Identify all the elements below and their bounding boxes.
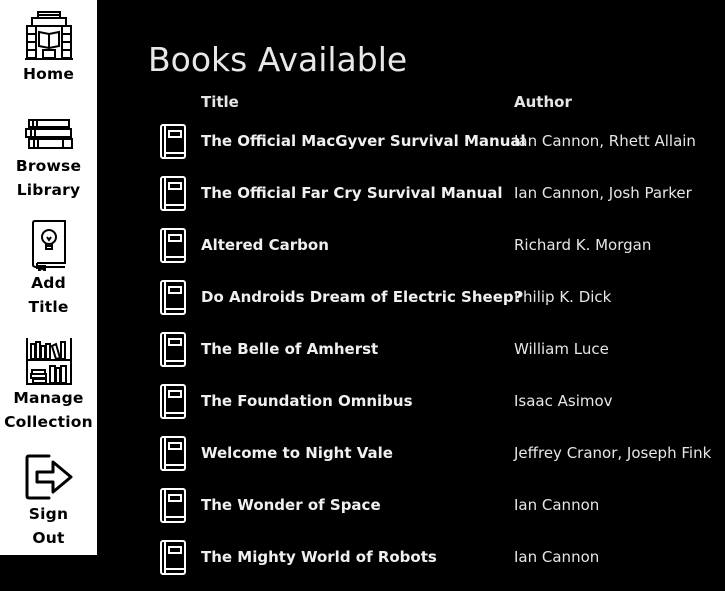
book-title[interactable]: The Belle of Amherst xyxy=(201,340,378,358)
book-author: Isaac Asimov xyxy=(514,392,613,410)
nav-home[interactable]: Home xyxy=(0,10,97,86)
book-icon xyxy=(160,384,186,419)
nav-manage-collection[interactable]: Manage Collection xyxy=(0,336,97,434)
library-building-icon xyxy=(24,11,73,60)
nav-browse-library[interactable]: Browse Library xyxy=(0,116,97,202)
book-author: Jeffrey Cranor, Joseph Fink xyxy=(514,444,712,462)
book-row[interactable]: Altered Carbon Richard K. Morgan xyxy=(97,227,725,279)
nav-browse-label-1: Browse xyxy=(15,157,82,175)
book-row[interactable]: The Official Far Cry Survival Manual Ian… xyxy=(97,175,725,227)
book-title[interactable]: Do Androids Dream of Electric Sheep? xyxy=(201,288,522,306)
book-author: William Luce xyxy=(514,340,609,358)
book-icon xyxy=(160,540,186,575)
book-row[interactable]: The Wonder of Space Ian Cannon xyxy=(97,487,725,539)
nav-manage-label-1: Manage xyxy=(13,389,84,407)
book-title[interactable]: The Official MacGyver Survival Manual xyxy=(201,132,526,150)
nav-add-label-1: Add xyxy=(31,274,66,292)
nav-signout-label-2: Out xyxy=(32,529,65,547)
sidebar: Home Browse Library Add Title Manage Col… xyxy=(0,0,97,555)
main-content: Books Available Title Author The Officia… xyxy=(97,0,725,575)
book-title[interactable]: The Mighty World of Robots xyxy=(201,548,437,566)
book-icon xyxy=(160,176,186,211)
bookshelf-icon xyxy=(25,338,72,385)
book-icon xyxy=(160,488,186,523)
book-row[interactable]: The Foundation Omnibus Isaac Asimov xyxy=(97,383,725,435)
book-row[interactable]: The Official MacGyver Survival Manual Ia… xyxy=(97,123,725,175)
nav-sign-out[interactable]: Sign Out xyxy=(0,452,97,550)
book-author: Ian Cannon xyxy=(514,496,600,514)
book-row[interactable]: The Mighty World of Robots Ian Cannon xyxy=(97,539,725,591)
book-row[interactable]: Welcome to Night Vale Jeffrey Cranor, Jo… xyxy=(97,435,725,487)
book-title[interactable]: Altered Carbon xyxy=(201,236,329,254)
book-icon xyxy=(160,436,186,471)
column-header-author: Author xyxy=(514,93,572,111)
book-author: Philip K. Dick xyxy=(514,288,612,306)
book-icon xyxy=(160,280,186,315)
book-author: Ian Cannon, Rhett Allain xyxy=(514,132,696,150)
book-row[interactable]: The Belle of Amherst William Luce xyxy=(97,331,725,383)
nav-add-title[interactable]: Add Title xyxy=(0,219,97,319)
nav-signout-label-1: Sign xyxy=(28,505,69,523)
book-icon xyxy=(160,124,186,159)
sign-out-arrow-icon xyxy=(25,454,72,500)
page-title: Books Available xyxy=(148,40,408,79)
book-author: Richard K. Morgan xyxy=(514,236,652,254)
book-author: Ian Cannon, Josh Parker xyxy=(514,184,692,202)
book-stack-icon xyxy=(24,119,73,149)
nav-manage-label-2: Collection xyxy=(4,413,93,431)
book-icon xyxy=(160,332,186,367)
book-title[interactable]: The Foundation Omnibus xyxy=(201,392,413,410)
book-title[interactable]: Welcome to Night Vale xyxy=(201,444,393,462)
book-icon xyxy=(160,228,186,263)
book-lightbulb-icon xyxy=(31,220,66,271)
nav-add-label-2: Title xyxy=(28,298,69,316)
column-header-title: Title xyxy=(201,93,239,111)
book-title[interactable]: The Wonder of Space xyxy=(201,496,381,514)
book-title[interactable]: The Official Far Cry Survival Manual xyxy=(201,184,503,202)
nav-home-label: Home xyxy=(22,65,75,83)
nav-browse-label-2: Library xyxy=(16,181,81,199)
book-author: Ian Cannon xyxy=(514,548,600,566)
book-row[interactable]: Do Androids Dream of Electric Sheep? Phi… xyxy=(97,279,725,331)
